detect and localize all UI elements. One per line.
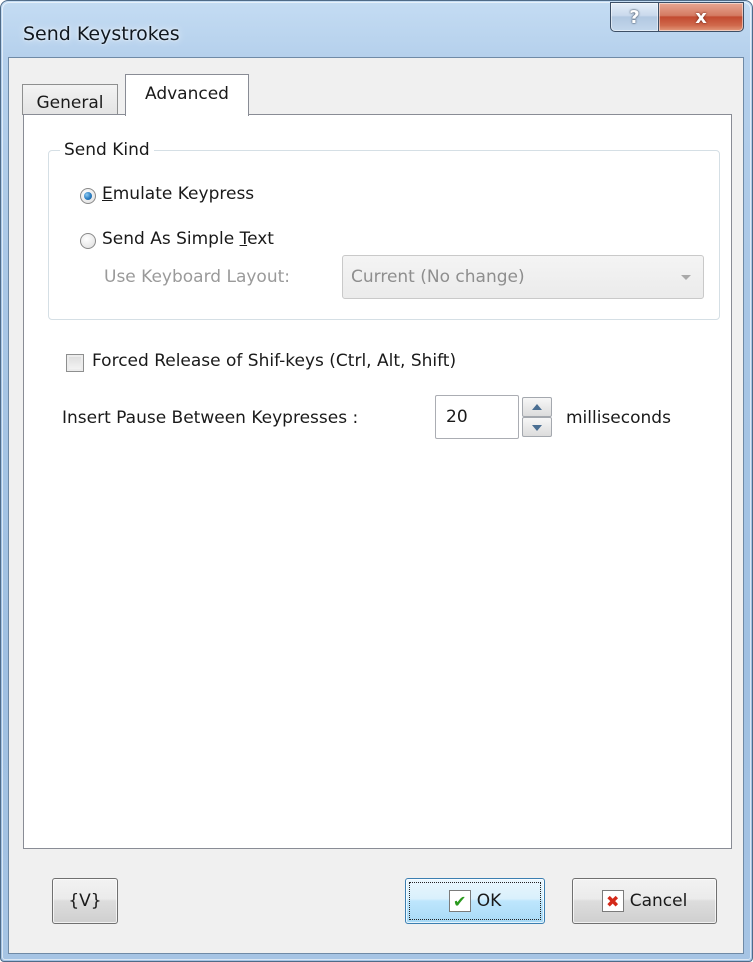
pause-spinner [522, 397, 552, 437]
keyboard-layout-label: Use Keyboard Layout: [104, 267, 290, 287]
help-icon: ? [629, 6, 640, 28]
variables-button-label: {V} [68, 891, 102, 911]
forced-release-checkbox[interactable] [66, 354, 84, 372]
tab-label: Advanced [145, 83, 229, 104]
variables-button[interactable]: {V} [52, 878, 118, 924]
send-kind-group-label: Send Kind [60, 140, 154, 160]
close-icon: x [695, 6, 707, 28]
cancel-x-icon: ✖ [601, 890, 624, 912]
ok-button[interactable]: ✔ OK [405, 878, 545, 924]
forced-release-label[interactable]: Forced Release of Shif-keys (Ctrl, Alt, … [92, 351, 456, 371]
spin-down-button[interactable] [522, 417, 552, 437]
pause-unit-label: milliseconds [566, 408, 671, 428]
emulate-keypress-radio[interactable] [80, 188, 96, 204]
ok-button-label: OK [476, 891, 502, 911]
cancel-button[interactable]: ✖ Cancel [572, 878, 717, 924]
keyboard-layout-select[interactable]: Current (No change) [342, 255, 704, 299]
check-icon: ✔ [448, 890, 471, 912]
send-simple-text-label[interactable]: Send As Simple Text [102, 229, 274, 249]
chevron-down-icon [681, 275, 691, 280]
cancel-button-label: Cancel [629, 891, 688, 911]
pause-value: 20 [446, 407, 468, 427]
send-simple-text-radio[interactable] [80, 233, 96, 249]
close-button[interactable]: x [658, 2, 744, 32]
caption-buttons: ? x [610, 2, 744, 32]
emulate-keypress-label[interactable]: Emulate Keypress [102, 184, 254, 204]
pause-input[interactable]: 20 [435, 395, 519, 439]
help-button[interactable]: ? [610, 2, 658, 32]
title-bar[interactable]: Send Keystrokes ? x [1, 1, 752, 57]
tab-label: General [36, 93, 104, 113]
keyboard-layout-value: Current (No change) [351, 267, 525, 287]
pause-label: Insert Pause Between Keypresses : [62, 408, 359, 428]
tab-general[interactable]: General [22, 84, 118, 115]
window-title: Send Keystrokes [23, 23, 180, 45]
tab-advanced[interactable]: Advanced [125, 74, 249, 116]
spin-up-button[interactable] [522, 397, 552, 417]
